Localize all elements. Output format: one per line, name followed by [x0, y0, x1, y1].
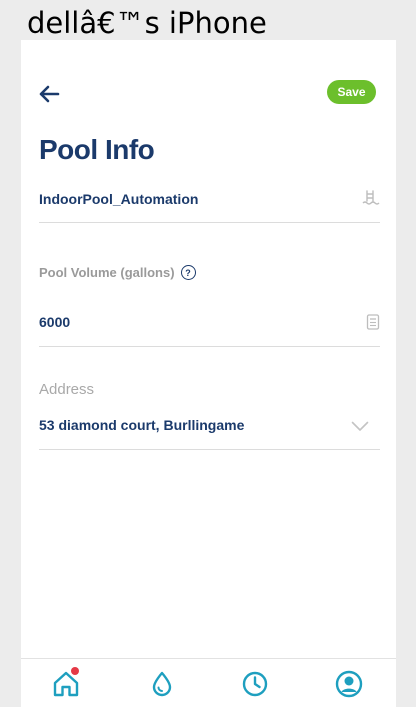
address-label: Address [39, 381, 95, 398]
arrow-left-icon [39, 85, 60, 103]
water-drop-icon [152, 671, 172, 697]
pool-name-value: IndoorPool_Automation [39, 191, 199, 207]
pool-volume-value: 6000 [39, 314, 71, 330]
save-button[interactable]: Save [327, 80, 376, 104]
tab-history[interactable] [240, 669, 270, 699]
bottom-tab-bar [21, 658, 396, 707]
clock-icon [242, 671, 268, 697]
pool-volume-label: Pool Volume (gallons)? [39, 265, 196, 281]
address-dropdown[interactable]: 53 diamond court, Burllingame [39, 404, 380, 450]
tab-water[interactable] [147, 669, 177, 699]
page-title: Pool Info [39, 134, 155, 165]
pool-volume-label-text: Pool Volume (gallons) [39, 265, 175, 280]
address-value: 53 diamond court, Burllingame [39, 417, 245, 433]
tab-home[interactable] [51, 667, 81, 699]
window-title: dellâ€™s iPhone [27, 6, 267, 40]
app-screen: Save Pool Info IndoorPool_Automation Poo… [21, 40, 396, 707]
calculator-icon[interactable] [366, 314, 380, 335]
user-icon [335, 670, 363, 698]
help-icon[interactable]: ? [180, 265, 196, 281]
pool-name-field[interactable]: IndoorPool_Automation [39, 176, 380, 223]
pool-ladder-icon [362, 190, 380, 211]
chevron-down-icon [351, 419, 369, 437]
tab-profile[interactable] [334, 669, 364, 699]
back-button[interactable] [37, 82, 61, 106]
notification-dot [71, 667, 79, 675]
pool-volume-field[interactable]: 6000 [39, 300, 380, 347]
